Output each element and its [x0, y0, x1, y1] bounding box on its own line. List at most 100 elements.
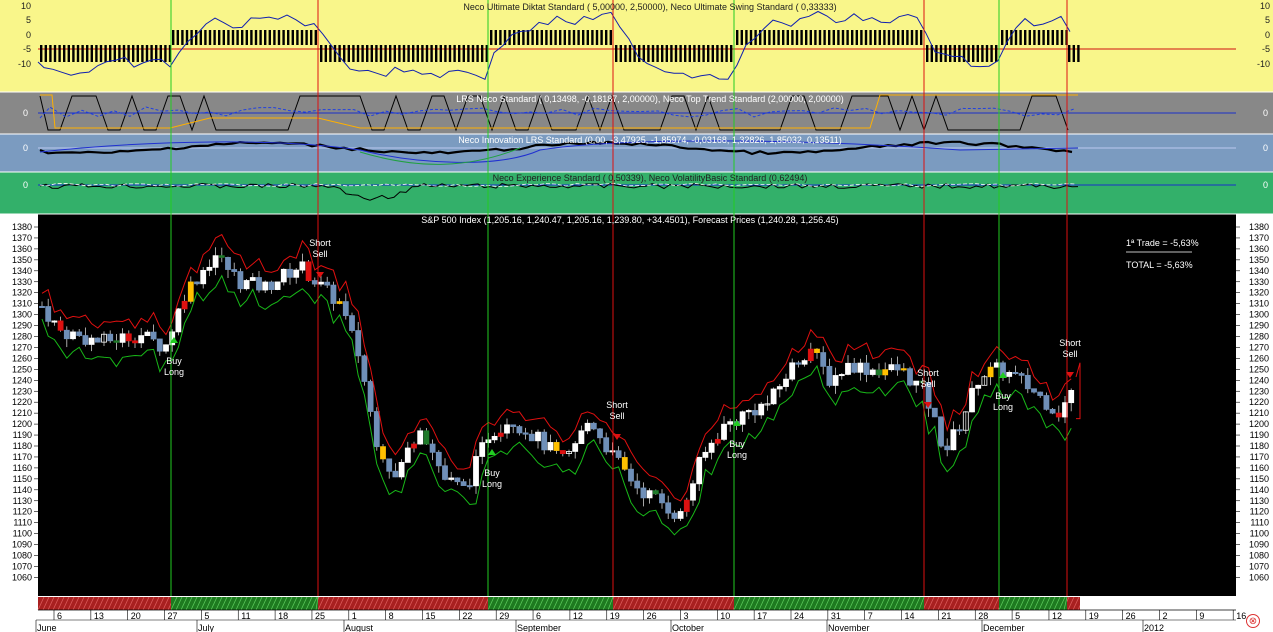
timeline-month-label: December: [983, 623, 1025, 632]
candle: [473, 456, 479, 487]
price-axis-tick-right: 1090: [1249, 540, 1269, 550]
candle: [175, 308, 182, 333]
diktat-bar: [828, 30, 831, 45]
diktat-bar: [526, 30, 530, 45]
diktat-bar: [145, 45, 149, 62]
diktat-bar: [665, 45, 668, 62]
candle: [931, 407, 938, 418]
candle: [386, 458, 393, 472]
candle: [429, 443, 436, 453]
price-axis-tick-right: 1110: [1250, 518, 1269, 528]
timeline-day-label: 19: [1089, 611, 1099, 621]
diktat-bar: [702, 45, 705, 62]
diktat-bar: [711, 45, 714, 62]
diktat-bar: [113, 45, 116, 62]
candle: [268, 281, 275, 290]
diktat-bar: [136, 45, 139, 62]
diktat-bar: [920, 30, 923, 45]
candle: [231, 269, 238, 272]
candle: [646, 490, 653, 499]
timeline-month-label: July: [198, 623, 215, 632]
diktat-bar: [674, 45, 678, 62]
candle: [491, 435, 498, 441]
diktat-bar: [241, 30, 244, 45]
timeline-day-label: 6: [57, 611, 62, 621]
diktat-bar: [749, 30, 753, 45]
candle: [528, 433, 535, 442]
diktat-bar: [402, 45, 406, 62]
diktat-bar: [605, 30, 608, 45]
candle: [721, 423, 727, 440]
price-axis-tick: 1080: [12, 551, 32, 561]
diktat-bar: [90, 45, 93, 62]
diktat-bar: [1042, 30, 1045, 45]
candle: [975, 384, 982, 389]
candle: [287, 268, 293, 278]
diktat-bar: [910, 30, 914, 45]
close-icon[interactable]: ⊗: [1246, 614, 1260, 628]
candle: [702, 451, 709, 458]
candle: [628, 468, 634, 482]
timeline-day-label: 31: [831, 611, 841, 621]
candle: [156, 338, 163, 352]
candle: [398, 461, 405, 478]
diktat-axis-tick: -10: [18, 59, 31, 69]
diktat-bar: [563, 30, 566, 45]
diktat-bar: [540, 30, 543, 45]
diktat-bar: [624, 45, 627, 62]
candle: [1043, 395, 1050, 410]
innovation-axis-tick-right: 0: [1263, 143, 1268, 153]
diktat-bar: [651, 45, 655, 62]
signal-label: Sell: [920, 379, 935, 389]
candle: [516, 426, 523, 434]
candle: [76, 331, 83, 336]
diktat-bar: [407, 45, 410, 62]
price-axis-tick: 1260: [12, 353, 32, 363]
price-axis-tick-right: 1250: [1249, 364, 1269, 374]
price-axis-tick-right: 1380: [1249, 222, 1269, 232]
diktat-bar: [300, 30, 304, 45]
diktat-bar: [697, 45, 701, 62]
signal-label: Short: [606, 400, 628, 410]
candle: [107, 333, 114, 342]
diktat-bar: [1014, 30, 1018, 45]
diktat-bar: [559, 30, 562, 45]
timeline-day-label: 12: [573, 611, 583, 621]
candle: [150, 331, 157, 340]
price-axis-tick-right: 1360: [1249, 244, 1269, 254]
diktat-bar: [935, 45, 938, 62]
diktat-bar: [412, 45, 415, 62]
diktat-bar: [448, 45, 452, 62]
price-axis-tick-right: 1180: [1250, 441, 1269, 451]
price-axis-tick: 1310: [12, 299, 32, 309]
diktat-bar: [549, 30, 553, 45]
diktat-bar: [1033, 30, 1036, 45]
diktat-bar: [430, 45, 433, 62]
candle: [119, 333, 126, 343]
diktat-bar: [421, 45, 424, 62]
diktat-bar: [1010, 30, 1013, 45]
diktat-bar: [967, 45, 970, 62]
price-axis-tick: 1230: [12, 386, 32, 396]
signal-label: Buy: [166, 356, 182, 366]
timeline-month-label: September: [517, 623, 561, 632]
candle: [857, 362, 864, 373]
diktat-bar: [981, 45, 984, 62]
diktat-bar: [1001, 30, 1004, 45]
diktat-bar: [164, 45, 167, 62]
trading-chart[interactable]: BuyLongShortSellBuyLongShortSellBuyLongS…: [0, 0, 1273, 632]
candle: [944, 445, 951, 451]
price-axis-tick: 1150: [13, 474, 32, 484]
diktat-bar: [329, 45, 332, 62]
timeline-day-label: 8: [389, 611, 394, 621]
diktat-bar: [860, 30, 863, 45]
price-axis-tick: 1120: [13, 507, 32, 517]
candle: [708, 442, 715, 453]
timeline-day-label: 1: [352, 611, 357, 621]
diktat-bar: [231, 30, 235, 45]
diktat-bar: [990, 45, 993, 62]
diktat-axis-tick: -5: [23, 44, 31, 54]
candle: [51, 320, 58, 323]
diktat-bar: [310, 30, 313, 45]
price-axis-tick-right: 1150: [1250, 474, 1269, 484]
